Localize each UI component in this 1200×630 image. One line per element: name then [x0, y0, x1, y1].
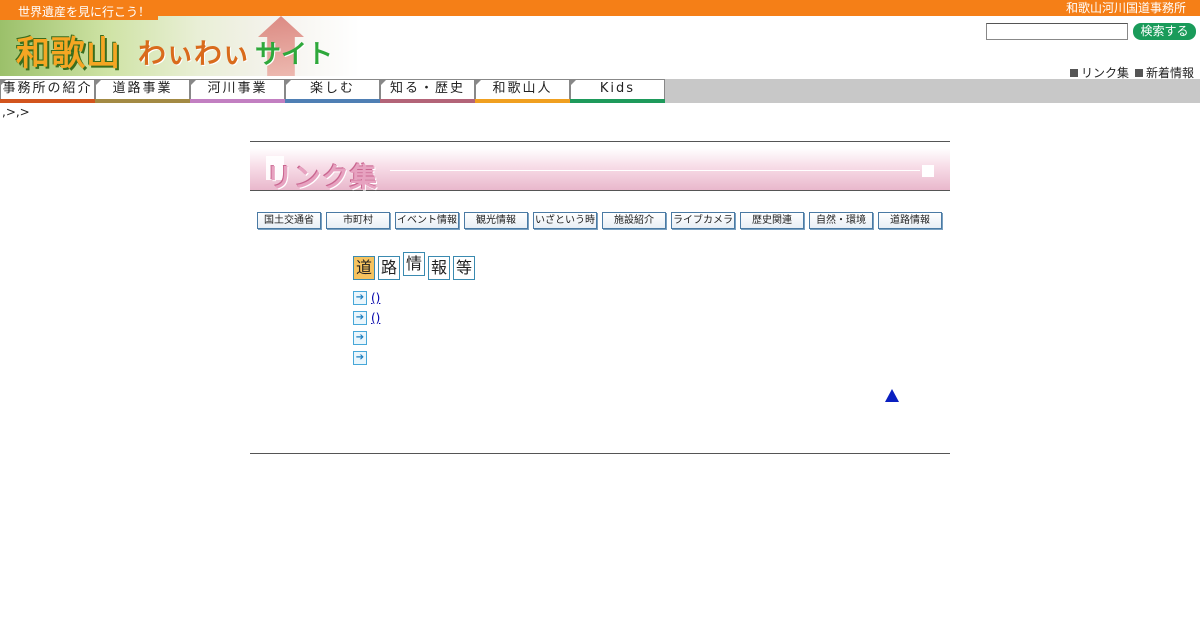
bottom-divider [250, 453, 950, 454]
list-item: ➔ [353, 348, 392, 368]
section-title-char: 情 [403, 252, 425, 276]
square-icon [1069, 69, 1078, 77]
section-title-char: 道 [353, 256, 375, 280]
arrow-right-icon: ➔ [353, 291, 367, 305]
banner-line [390, 170, 920, 171]
section-title-char: 路 [378, 256, 400, 280]
category-button[interactable]: 施設紹介 [602, 212, 666, 229]
category-button[interactable]: 道路情報 [878, 212, 942, 229]
category-button[interactable]: 観光情報 [464, 212, 528, 229]
list-item: ➔ () [353, 288, 392, 308]
square-icon [1134, 69, 1143, 77]
nav-tab-river[interactable]: 河川事業 [190, 79, 285, 103]
category-button[interactable]: 歴史関連 [740, 212, 804, 229]
nav-tab-history[interactable]: 知る・歴史 [380, 79, 475, 103]
main-nav: 事務所の紹介 道路事業 河川事業 楽しむ 知る・歴史 和歌山人 Kids [0, 79, 665, 103]
arrow-right-icon: ➔ [353, 311, 367, 325]
back-to-top-icon[interactable] [885, 389, 899, 402]
nav-tab-kids[interactable]: Kids [570, 79, 665, 103]
section-title-char: 等 [453, 256, 475, 280]
nav-tab-office[interactable]: 事務所の紹介 [0, 79, 95, 103]
top-divider [250, 141, 950, 142]
section-title-char: 報 [428, 256, 450, 280]
banner-decor-square [922, 165, 934, 177]
office-name: 和歌山河川国道事務所 [1065, 1, 1186, 15]
arrow-right-icon: ➔ [353, 351, 367, 365]
list-item: ➔ [353, 328, 392, 348]
search-button[interactable]: 検索する [1133, 23, 1196, 40]
category-button[interactable]: イベント情報 [395, 212, 459, 229]
page-title: リンク集 [266, 163, 378, 194]
breadcrumb: ,>,> [2, 105, 30, 119]
nav-tab-road[interactable]: 道路事業 [95, 79, 190, 103]
category-button[interactable]: いざという時 [533, 212, 597, 229]
link-list: ➔ () ➔ () ➔ ➔ [353, 288, 392, 368]
site-logo[interactable]: 和歌山 わぃわぃ サイト [0, 16, 360, 76]
logo-tagline: 世界遺産を見に行こう！ [0, 4, 159, 20]
category-button[interactable]: 市町村 [326, 212, 390, 229]
nav-tab-enjoy[interactable]: 楽しむ [285, 79, 380, 103]
logo-site-text: サイト [255, 40, 334, 70]
category-button[interactable]: 国土交通省 [257, 212, 321, 229]
search-input[interactable] [986, 23, 1128, 40]
category-buttons: 国土交通省 市町村 イベント情報 観光情報 いざという時 施設紹介 ライブカメラ… [257, 212, 942, 229]
page-banner: リンク集 [250, 148, 950, 194]
arrow-right-icon: ➔ [353, 331, 367, 345]
logo-main-text: 和歌山 [16, 34, 121, 74]
section-title: 道 路 情 報 等 [353, 252, 475, 280]
top-bar: 和歌山河川国道事務所 [0, 0, 1200, 16]
link[interactable]: () [371, 291, 380, 305]
utility-link-label: リンク集 [1080, 66, 1129, 80]
utility-link-label: 新着情報 [1145, 66, 1194, 80]
nav-tab-people[interactable]: 和歌山人 [475, 79, 570, 103]
category-button[interactable]: 自然・環境 [809, 212, 873, 229]
link[interactable]: () [371, 311, 380, 325]
category-button[interactable]: ライブカメラ [671, 212, 735, 229]
list-item: ➔ () [353, 308, 392, 328]
logo-wai-text: わぃわぃ [138, 37, 251, 70]
